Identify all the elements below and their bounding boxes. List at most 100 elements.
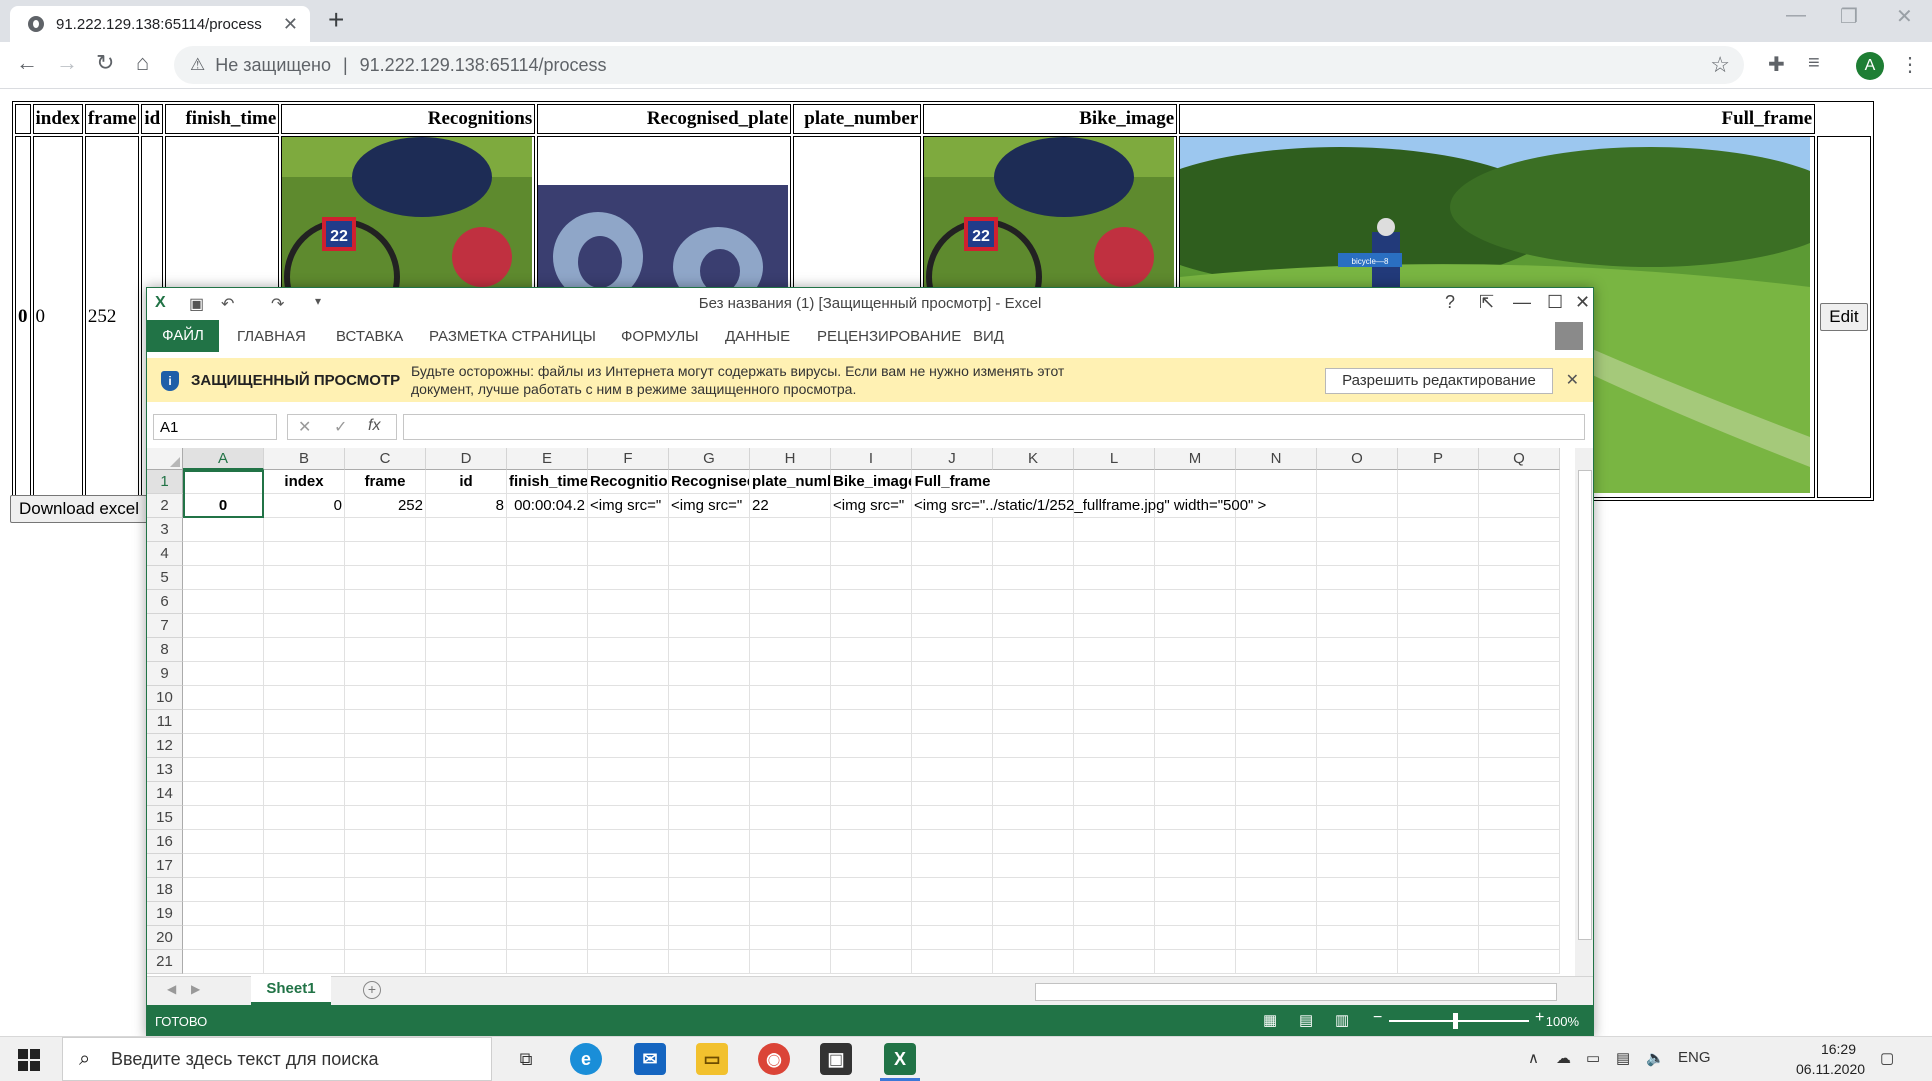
table-cell[interactable] (993, 638, 1074, 662)
extensions-icon[interactable]: ✚ (1768, 52, 1785, 77)
table-cell[interactable] (993, 686, 1074, 710)
table-cell[interactable] (1236, 686, 1317, 710)
table-cell[interactable] (1155, 518, 1236, 542)
table-cell[interactable] (750, 782, 831, 806)
page-layout-view-icon[interactable]: ▤ (1299, 1011, 1313, 1029)
table-cell[interactable] (588, 926, 669, 950)
ribbon-display-icon[interactable]: ⇱ (1479, 292, 1494, 313)
table-cell[interactable] (750, 542, 831, 566)
zoom-in-icon[interactable]: + (1535, 1009, 1544, 1027)
table-cell[interactable] (426, 590, 507, 614)
table-cell[interactable]: frame (345, 470, 426, 494)
table-cell[interactable] (507, 686, 588, 710)
table-cell[interactable] (831, 590, 912, 614)
table-cell[interactable] (588, 542, 669, 566)
table-cell[interactable] (345, 806, 426, 830)
table-cell[interactable] (669, 662, 750, 686)
row-header[interactable]: 14 (147, 782, 183, 806)
table-cell[interactable] (1479, 590, 1560, 614)
scroll-thumb[interactable] (1578, 470, 1592, 940)
table-cell[interactable] (1317, 662, 1398, 686)
table-cell[interactable]: <img src="../static/1/252_fullframe.jpg"… (912, 494, 1266, 518)
language-indicator[interactable]: ENG (1678, 1049, 1711, 1066)
table-cell[interactable] (183, 542, 264, 566)
user-account-icon[interactable] (1555, 322, 1583, 350)
table-cell[interactable] (183, 926, 264, 950)
table-cell[interactable] (264, 566, 345, 590)
close-bar-icon[interactable]: ✕ (1566, 370, 1579, 390)
formula-input[interactable] (403, 414, 1585, 440)
table-cell[interactable] (183, 830, 264, 854)
column-header[interactable]: M (1155, 448, 1236, 470)
table-cell[interactable] (669, 878, 750, 902)
column-header[interactable]: L (1074, 448, 1155, 470)
table-cell[interactable] (912, 806, 993, 830)
show-hidden-icons-icon[interactable]: ∧ (1528, 1049, 1539, 1067)
table-cell[interactable] (183, 686, 264, 710)
table-cell[interactable] (993, 902, 1074, 926)
table-cell[interactable] (1155, 566, 1236, 590)
table-cell[interactable] (1398, 566, 1479, 590)
table-cell[interactable] (183, 878, 264, 902)
table-cell[interactable] (993, 734, 1074, 758)
table-cell[interactable] (426, 902, 507, 926)
table-cell[interactable] (1479, 470, 1560, 494)
table-cell[interactable] (1074, 830, 1155, 854)
table-cell[interactable] (507, 542, 588, 566)
table-cell[interactable]: plate_number (750, 470, 831, 494)
warning-icon[interactable]: ⚠ (190, 55, 205, 75)
table-cell[interactable] (1074, 902, 1155, 926)
table-cell[interactable] (264, 758, 345, 782)
zoom-out-icon[interactable]: − (1373, 1009, 1382, 1027)
table-cell[interactable] (1479, 830, 1560, 854)
bookmark-star-icon[interactable]: ☆ (1710, 52, 1730, 78)
table-cell[interactable] (750, 806, 831, 830)
table-cell[interactable] (831, 710, 912, 734)
table-cell[interactable] (1074, 926, 1155, 950)
table-cell[interactable] (183, 782, 264, 806)
table-cell[interactable] (1074, 782, 1155, 806)
table-cell[interactable] (669, 854, 750, 878)
table-cell[interactable] (912, 854, 993, 878)
column-header[interactable]: D (426, 448, 507, 470)
table-cell[interactable] (1398, 614, 1479, 638)
table-cell[interactable] (750, 638, 831, 662)
table-cell[interactable] (1236, 590, 1317, 614)
table-cell[interactable] (1398, 662, 1479, 686)
new-tab-button[interactable]: + (328, 4, 344, 36)
table-cell[interactable]: Recognitions (588, 470, 669, 494)
table-cell[interactable] (669, 518, 750, 542)
table-cell[interactable] (1074, 518, 1155, 542)
table-cell[interactable] (993, 758, 1074, 782)
table-cell[interactable]: index (264, 470, 345, 494)
row-header[interactable]: 4 (147, 542, 183, 566)
row-header[interactable]: 6 (147, 590, 183, 614)
table-cell[interactable] (588, 758, 669, 782)
table-cell[interactable]: <img src=" (831, 494, 912, 518)
table-cell[interactable] (1398, 758, 1479, 782)
table-cell[interactable] (426, 950, 507, 974)
table-cell[interactable] (588, 902, 669, 926)
table-cell[interactable] (750, 566, 831, 590)
table-cell[interactable] (831, 542, 912, 566)
table-cell[interactable] (1074, 878, 1155, 902)
menu-icon[interactable]: ⋮ (1900, 52, 1920, 77)
table-cell[interactable] (264, 926, 345, 950)
table-cell[interactable] (993, 710, 1074, 734)
table-cell[interactable] (345, 902, 426, 926)
table-cell[interactable] (264, 662, 345, 686)
zoom-slider-thumb[interactable] (1453, 1013, 1458, 1029)
table-cell[interactable] (993, 854, 1074, 878)
table-cell[interactable] (669, 926, 750, 950)
row-header[interactable]: 21 (147, 950, 183, 974)
normal-view-icon[interactable]: ▦ (1263, 1011, 1277, 1029)
table-cell[interactable] (831, 902, 912, 926)
table-cell[interactable]: 0 (183, 494, 264, 518)
table-cell[interactable] (831, 950, 912, 974)
table-cell[interactable]: 0 (264, 494, 345, 518)
table-cell[interactable]: <img src=" (669, 494, 750, 518)
table-cell[interactable] (588, 638, 669, 662)
spreadsheet-grid[interactable]: A B C D E F G H I J K L M N O P Q 1 index frame id finish_tim… (147, 448, 1575, 976)
table-cell[interactable] (1155, 758, 1236, 782)
help-icon[interactable]: ? (1445, 292, 1455, 313)
